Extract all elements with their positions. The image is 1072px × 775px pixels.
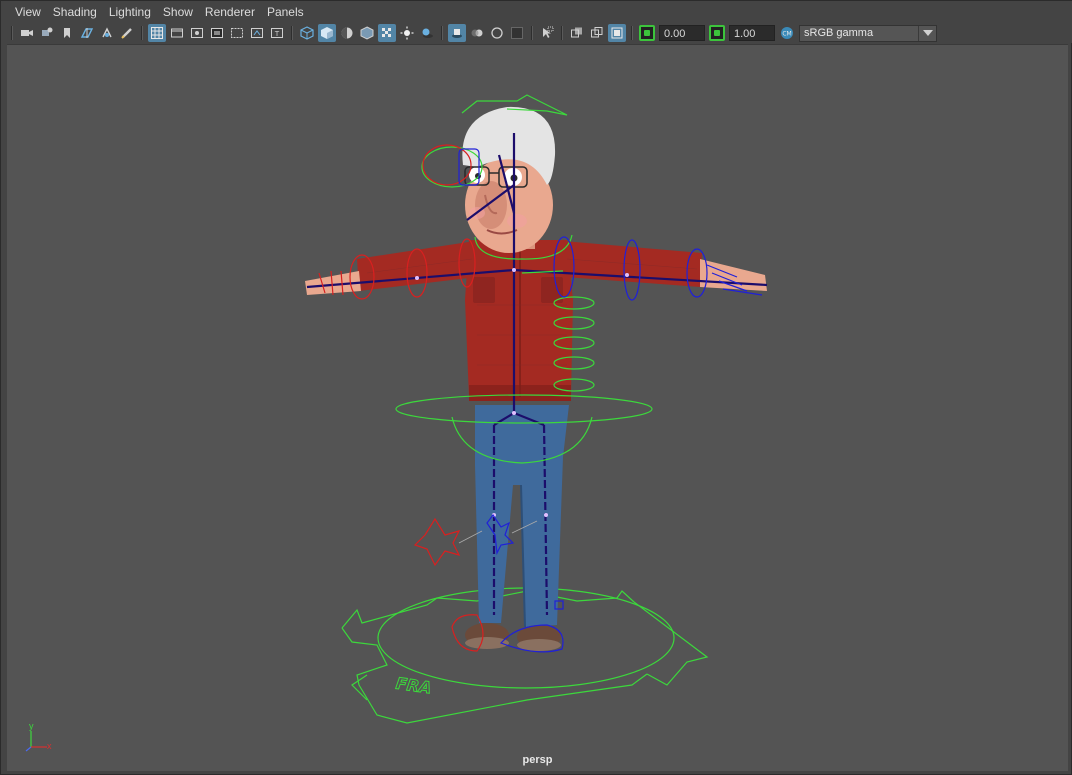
svg-text:T: T [274, 30, 280, 38]
menu-view[interactable]: View [9, 1, 47, 23]
chevron-down-icon [918, 25, 936, 41]
exposure-field[interactable]: 0.00 [659, 25, 705, 41]
gamma-icon[interactable] [709, 25, 725, 41]
menu-show[interactable]: Show [157, 1, 199, 23]
resolution-gate-icon[interactable] [188, 24, 206, 42]
xray-active-icon[interactable] [608, 24, 626, 42]
floor-label: FRA [395, 674, 433, 698]
textured-icon[interactable] [378, 24, 396, 42]
toolbar-divider [141, 26, 143, 40]
film-gate-icon[interactable] [168, 24, 186, 42]
toolbar-divider [631, 26, 633, 40]
svg-text:CM: CM [782, 31, 791, 38]
wireframe-on-shaded-icon[interactable] [358, 24, 376, 42]
gate-mask-icon[interactable] [208, 24, 226, 42]
xray-joints-icon[interactable] [588, 24, 606, 42]
menu-renderer[interactable]: Renderer [199, 1, 261, 23]
toolbar-divider [561, 26, 563, 40]
toolbar-divider [11, 26, 13, 40]
panel-toolbar: T 0.00 1.00 CM sRGB gamma [1, 23, 1072, 43]
toolbar-divider [441, 26, 443, 40]
menu-panels[interactable]: Panels [261, 1, 310, 23]
wireframe-icon[interactable] [298, 24, 316, 42]
smooth-shade-icon[interactable] [318, 24, 336, 42]
axis-x-label: x [47, 741, 52, 751]
field-chart-icon[interactable] [228, 24, 246, 42]
grease-pencil-icon[interactable] [118, 24, 136, 42]
character-jeans [475, 405, 569, 628]
color-space-dropdown[interactable]: sRGB gamma [799, 24, 937, 42]
character-shirt [357, 240, 702, 401]
toolbar-divider [531, 26, 533, 40]
character-head [462, 106, 556, 253]
color-management-icon[interactable]: CM [778, 24, 796, 42]
shadows-icon[interactable] [418, 24, 436, 42]
camera-attributes-icon[interactable] [38, 24, 56, 42]
2d-pan-zoom-icon[interactable] [98, 24, 116, 42]
depth-of-field-icon[interactable] [508, 24, 526, 42]
character-rig-scene: FRA [305, 94, 768, 724]
color-space-label: sRGB gamma [804, 27, 874, 39]
isolate-select-icon[interactable] [538, 24, 556, 42]
image-plane-icon[interactable] [78, 24, 96, 42]
axis-indicator: y x [23, 721, 55, 753]
safe-action-icon[interactable] [248, 24, 266, 42]
camera-label: persp [522, 754, 553, 766]
safe-title-icon[interactable]: T [268, 24, 286, 42]
menu-lighting[interactable]: Lighting [103, 1, 157, 23]
toolbar-divider [291, 26, 293, 40]
gamma-field[interactable]: 1.00 [729, 25, 775, 41]
viewport-panel: View Shading Lighting Show Renderer Pane… [0, 0, 1072, 775]
multisample-aa-icon[interactable] [488, 24, 506, 42]
select-camera-icon[interactable] [18, 24, 36, 42]
panel-menu-bar: View Shading Lighting Show Renderer Pane… [1, 1, 1072, 23]
3d-viewport[interactable]: FRA y x persp [7, 44, 1068, 771]
default-material-icon[interactable] [338, 24, 356, 42]
use-all-lights-icon[interactable] [398, 24, 416, 42]
motion-blur-icon[interactable] [468, 24, 486, 42]
xray-icon[interactable] [568, 24, 586, 42]
left-side-controls[interactable] [318, 144, 484, 652]
exposure-icon[interactable] [639, 25, 655, 41]
screen-space-ao-icon[interactable] [448, 24, 466, 42]
grid-icon[interactable] [148, 24, 166, 42]
bookmark-icon[interactable] [58, 24, 76, 42]
menu-shading[interactable]: Shading [47, 1, 103, 23]
axis-y-label: y [29, 721, 34, 731]
